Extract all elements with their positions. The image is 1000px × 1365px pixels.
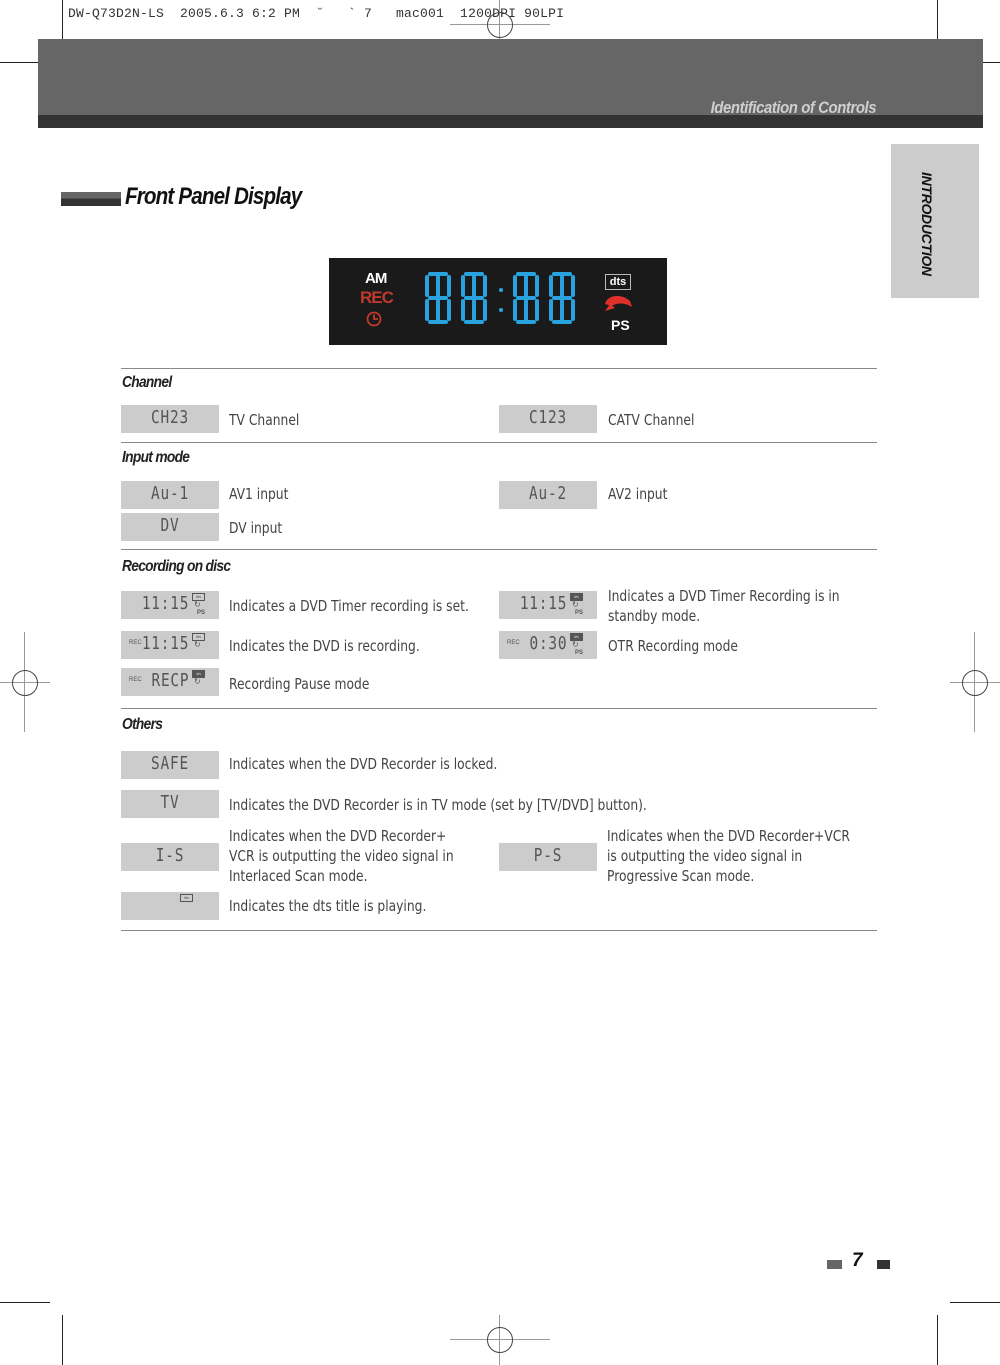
lcd-text: 11:15: [141, 633, 189, 654]
divider: [121, 708, 877, 709]
disc-arrow-icon: ↻: [194, 677, 201, 686]
item-description: Indicates when the DVD Recorder+ VCR is …: [229, 826, 454, 886]
description-line: Indicates when the DVD Recorder+VCR: [607, 827, 850, 845]
crop-mark: [0, 1302, 50, 1303]
disc-arrow-icon: ↻: [194, 600, 201, 609]
description-line: Progressive Scan mode.: [607, 867, 755, 885]
page-number-bullet: [877, 1260, 890, 1269]
ps-label: PS: [574, 610, 583, 616]
ps-label: PS: [574, 650, 583, 656]
lcd-text: DV: [160, 515, 180, 536]
item-description: Indicates when the DVD Recorder+VCR is o…: [607, 826, 850, 886]
disc-arrow-icon: ↻: [194, 640, 201, 649]
lcd-display-progressive: P-S: [499, 843, 597, 871]
item-description: Indicates the DVD is recording.: [229, 637, 420, 655]
lcd-display-dv: DV: [121, 513, 219, 541]
category-title-others: Others: [122, 716, 163, 733]
registration-mark: [487, 12, 513, 38]
divider: [121, 930, 877, 931]
description-line: Indicates when the DVD Recorder+: [229, 827, 447, 845]
item-description: OTR Recording mode: [608, 637, 738, 655]
crop-mark: [62, 1315, 63, 1365]
registration-mark: [962, 670, 988, 696]
colon-dot: [499, 308, 503, 312]
dts-icon: dts: [180, 894, 193, 902]
lcd-display-c123: C123: [499, 405, 597, 433]
description-line: is outputting the video signal in: [607, 847, 803, 865]
divider: [121, 442, 877, 443]
disc-arrow-icon: ↻: [572, 640, 579, 649]
rec-label: REC: [129, 640, 142, 646]
lcd-text: 11:15: [141, 593, 189, 614]
lcd-text: Au-1: [151, 483, 189, 504]
section-title-bar: [61, 192, 121, 206]
lcd-text: 11:15: [519, 593, 567, 614]
item-description: AV2 input: [608, 485, 668, 503]
lcd-display-ch23: CH23: [121, 405, 219, 433]
item-description: Recording Pause mode: [229, 675, 370, 693]
seven-segment-digits: [425, 272, 575, 324]
side-tab-label: INTRODUCTION: [919, 172, 935, 276]
lcd-display-tv: TV: [121, 790, 219, 818]
registration-mark: [12, 670, 38, 696]
disc-arrow-icon: ↻: [572, 600, 579, 609]
lcd-text: P-S: [533, 845, 563, 866]
dts-indicator: dts: [605, 274, 631, 290]
registration-mark: [487, 1327, 513, 1353]
item-description: AV1 input: [229, 485, 289, 503]
colon-dot: [499, 288, 503, 292]
category-title-input-mode: Input mode: [122, 449, 190, 466]
rec-label: REC: [507, 640, 520, 646]
crop-mark: [950, 1302, 1000, 1303]
item-description: Indicates when the DVD Recorder is locke…: [229, 755, 498, 773]
lcd-display-interlaced: I-S: [121, 843, 219, 871]
item-description: Indicates the dts title is playing.: [229, 897, 427, 915]
description-line: standby mode.: [608, 607, 701, 625]
item-description: TV Channel: [229, 411, 300, 429]
category-title-recording-on-disc: Recording on disc: [122, 558, 231, 575]
description-line: VCR is outputting the video signal in: [229, 847, 454, 865]
description-line: Interlaced Scan mode.: [229, 867, 368, 885]
lcd-display-av2: Au-2: [499, 481, 597, 509]
ps-label: PS: [196, 610, 205, 616]
lcd-display-av1: Au-1: [121, 481, 219, 509]
disc-arrow-icon: [605, 295, 632, 311]
lcd-text: CH23: [151, 407, 189, 428]
item-description: CATV Channel: [608, 411, 695, 429]
lcd-display-dts: dts: [121, 892, 219, 920]
item-description: Indicates a DVD Timer recording is set.: [229, 597, 469, 615]
lcd-text: Au-2: [529, 483, 567, 504]
timer-clock-icon: [366, 311, 382, 327]
front-panel-display-image: AM REC dts PS: [329, 258, 667, 345]
item-description: Indicates the DVD Recorder is in TV mode…: [229, 796, 647, 814]
page-number: 7: [852, 1250, 863, 1271]
am-indicator: AM: [365, 270, 387, 287]
lcd-text: SAFE: [151, 753, 189, 774]
lcd-text: 0:30: [529, 633, 567, 654]
ps-indicator: PS: [611, 317, 630, 333]
rec-indicator: REC: [360, 288, 394, 307]
lcd-text: I-S: [155, 845, 185, 866]
crop-mark: [937, 1315, 938, 1365]
lcd-display-timer-set: 11:15 dts ↻ PS: [121, 591, 219, 619]
lcd-display-rec-pause: REC RECP dts ↻: [121, 668, 219, 696]
item-description: Indicates a DVD Timer Recording is in st…: [608, 586, 840, 626]
side-tab: INTRODUCTION: [891, 144, 979, 298]
item-description: DV input: [229, 519, 283, 537]
header-title: Identification of Controls: [710, 98, 876, 117]
rec-label: REC: [129, 677, 142, 683]
lcd-display-otr: REC 0:30 dts ↻ PS: [499, 631, 597, 659]
section-title: Front Panel Display: [125, 183, 302, 210]
category-title-channel: Channel: [122, 374, 172, 391]
lcd-display-safe: SAFE: [121, 751, 219, 779]
divider: [121, 549, 877, 550]
lcd-text: TV: [160, 792, 180, 813]
lcd-text: RECP: [151, 670, 189, 691]
description-line: Indicates a DVD Timer Recording is in: [608, 587, 840, 605]
divider: [121, 368, 877, 369]
lcd-display-timer-standby: 11:15 dts ↻ PS: [499, 591, 597, 619]
lcd-display-recording: REC 11:15 dts ↻: [121, 631, 219, 659]
page-number-bullet: [827, 1260, 842, 1269]
lcd-text: C123: [529, 407, 567, 428]
